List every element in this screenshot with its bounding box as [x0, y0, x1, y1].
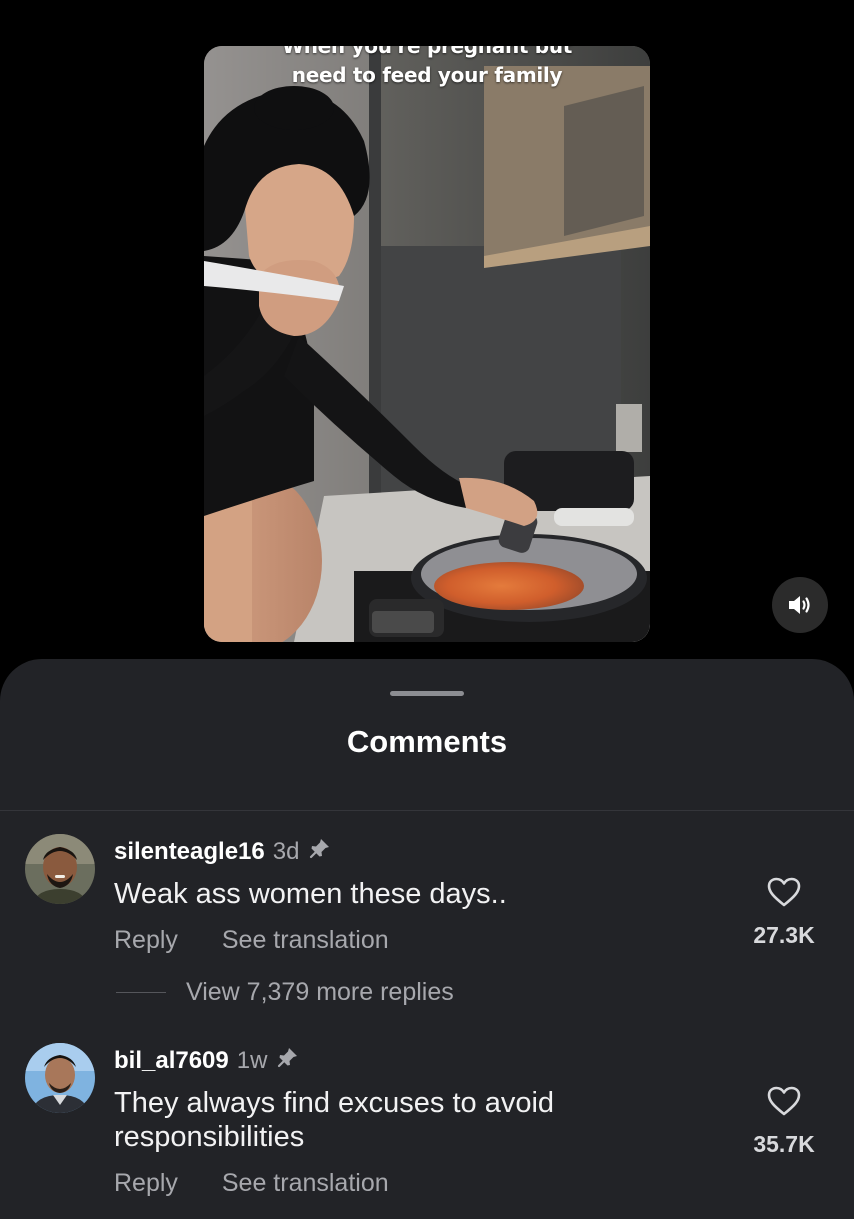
pin-icon	[277, 1046, 299, 1075]
heart-icon[interactable]	[766, 876, 802, 908]
comment-username[interactable]: bil_al7609	[114, 1047, 229, 1075]
comment-actions: Reply See translation	[114, 926, 389, 955]
video-frame	[204, 46, 650, 642]
see-translation-link[interactable]: See translation	[222, 1169, 389, 1198]
comment-text: Weak ass women these days..	[114, 878, 507, 910]
video-caption-line-1: When you're pregnant but	[281, 46, 573, 58]
pin-icon	[309, 837, 331, 866]
header-divider	[0, 810, 854, 811]
like-count: 27.3K	[753, 922, 815, 948]
like-control[interactable]: 35.7K	[739, 1085, 829, 1158]
like-count: 35.7K	[753, 1131, 815, 1157]
sound-toggle-button[interactable]	[772, 577, 828, 633]
like-control[interactable]: 27.3K	[739, 876, 829, 949]
comment-meta: silenteagle16 3d	[114, 837, 331, 866]
comment-time: 1w	[236, 1046, 268, 1074]
heart-icon[interactable]	[766, 1085, 802, 1117]
reply-button[interactable]: Reply	[114, 926, 178, 955]
view-replies-button[interactable]: View 7,379 more replies	[116, 978, 454, 1007]
avatar[interactable]	[25, 1043, 95, 1113]
comment-meta: bil_al7609 1w	[114, 1046, 299, 1075]
comment-actions: Reply See translation	[114, 1169, 389, 1198]
avatar[interactable]	[25, 834, 95, 904]
comment-username[interactable]: silenteagle16	[114, 838, 265, 866]
view-replies-label: View 7,379 more replies	[186, 978, 454, 1006]
video-player[interactable]: When you're pregnant but need to feed yo…	[204, 46, 650, 642]
reply-button[interactable]: Reply	[114, 1169, 178, 1198]
comments-sheet: Comments silenteagle16 3d Weak ass women…	[0, 659, 854, 1219]
comments-title: Comments	[346, 724, 508, 759]
comment-time: 3d	[272, 837, 300, 865]
replies-rule	[116, 992, 166, 993]
comment-text: They always find excuses to avoid respon…	[114, 1087, 555, 1153]
speaker-sound-on-icon	[789, 596, 810, 614]
sheet-drag-handle[interactable]	[390, 691, 464, 696]
see-translation-link[interactable]: See translation	[222, 926, 389, 955]
video-caption-line-2: need to feed your family	[291, 63, 563, 87]
